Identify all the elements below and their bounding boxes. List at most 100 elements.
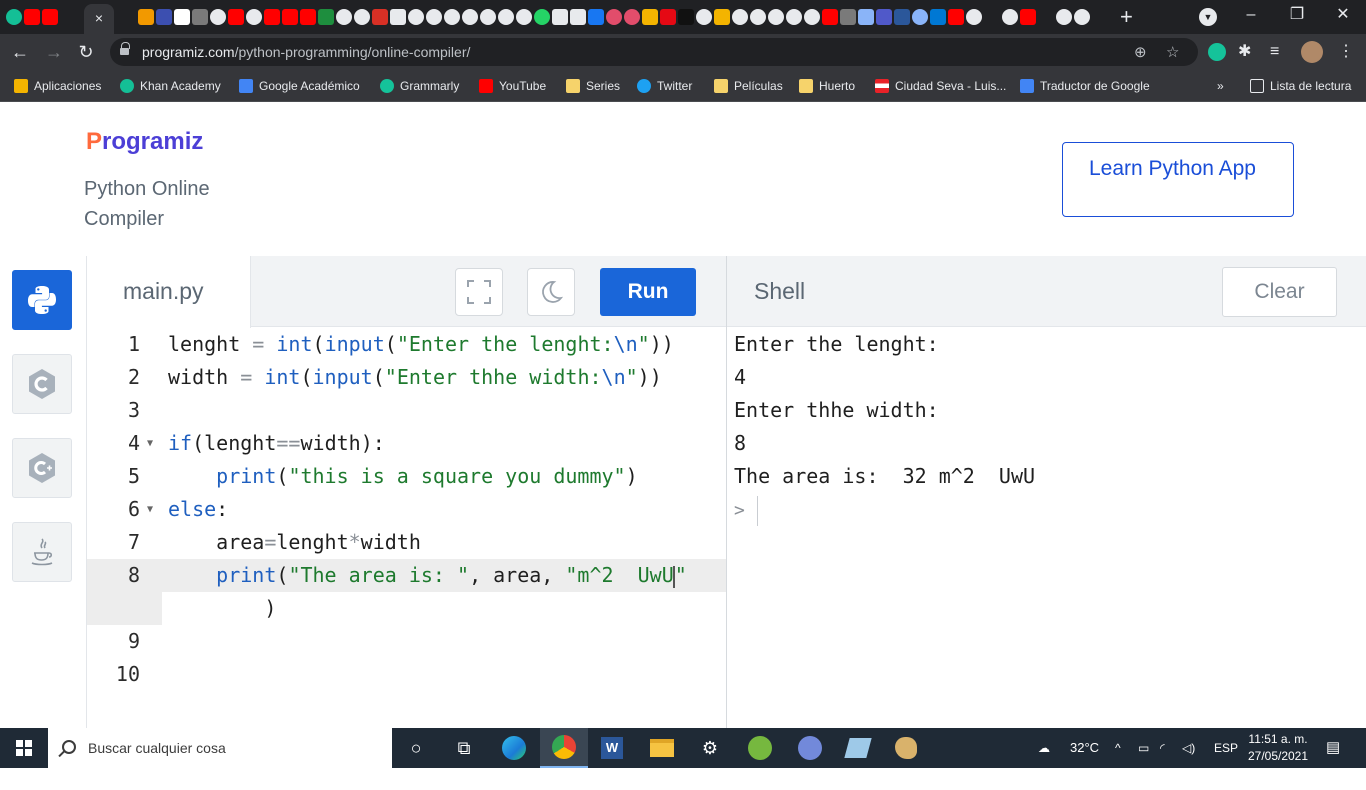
volume-icon[interactable]: ◁)	[1182, 728, 1195, 768]
shell-input-line[interactable]: >	[734, 493, 1035, 526]
tab-favicon[interactable]	[426, 9, 442, 25]
code-line[interactable]: 5 print("this is a square you dummy")	[87, 460, 727, 493]
url-text[interactable]: programiz.com/python-programming/online-…	[142, 44, 470, 60]
reading-mode-icon[interactable]: ≡	[1270, 43, 1288, 61]
new-tab-button[interactable]: +	[1120, 4, 1133, 30]
tab-favicon[interactable]	[642, 9, 658, 25]
fold-arrow-icon[interactable]: ▼	[147, 427, 153, 460]
taskbar-search-box[interactable]: Buscar cualquier cosa	[48, 728, 392, 768]
code-line-wrap[interactable]: )	[87, 592, 727, 625]
windows-start-icon[interactable]	[16, 740, 32, 756]
tab-favicon[interactable]	[1020, 9, 1036, 25]
code-line[interactable]: 6 ▼ else:	[87, 493, 727, 526]
wifi-icon[interactable]: ◜	[1160, 728, 1165, 768]
tab-favicon[interactable]	[60, 9, 76, 25]
language-c-button[interactable]	[12, 354, 72, 414]
bookmark-youtube[interactable]: YouTube	[479, 77, 546, 95]
tab-favicon[interactable]	[516, 9, 532, 25]
tab-favicon[interactable]	[336, 9, 352, 25]
tab-favicon[interactable]	[966, 9, 982, 25]
tab-favicon[interactable]	[678, 9, 694, 25]
tab-favicon[interactable]	[822, 9, 838, 25]
extensions-puzzle-icon[interactable]: ✱	[1238, 43, 1256, 61]
run-button[interactable]: Run	[600, 268, 696, 316]
tab-favicon[interactable]	[444, 9, 460, 25]
input-language[interactable]: ESP	[1214, 728, 1238, 768]
tab-favicon[interactable]	[570, 9, 586, 25]
task-view-icon[interactable]: ⧉	[440, 728, 488, 768]
bookmark-twitter[interactable]: Twitter	[637, 77, 692, 95]
tab-favicon[interactable]	[138, 9, 154, 25]
weather-icon[interactable]: ☁	[1038, 728, 1050, 768]
language-python-button[interactable]	[12, 270, 72, 330]
tab-favicon[interactable]	[732, 9, 748, 25]
tab-favicon[interactable]	[318, 9, 334, 25]
tab-favicon[interactable]	[840, 9, 856, 25]
tab-favicon[interactable]	[1002, 9, 1018, 25]
tab-favicon[interactable]	[24, 9, 40, 25]
bookmark-apps[interactable]: Aplicaciones	[14, 77, 101, 95]
settings-gear-icon[interactable]: ⚙	[686, 728, 734, 768]
tab-favicon[interactable]	[462, 9, 478, 25]
learn-python-app-button[interactable]: Learn Python App	[1062, 142, 1294, 217]
bookmark-grammarly[interactable]: Grammarly	[380, 77, 459, 95]
code-line[interactable]: 9	[87, 625, 727, 658]
file-explorer-icon[interactable]	[638, 728, 686, 768]
tab-favicon[interactable]	[714, 9, 730, 25]
tab-favicon[interactable]	[6, 9, 22, 25]
tab-favicon[interactable]	[246, 9, 262, 25]
taskbar-clock[interactable]: 11:51 a. m. 27/05/2021	[1246, 731, 1310, 765]
tab-favicon[interactable]	[786, 9, 802, 25]
address-bar[interactable]: programiz.com/python-programming/online-…	[110, 38, 1198, 66]
tab-favicon[interactable]	[408, 9, 424, 25]
tab-favicon[interactable]	[750, 9, 766, 25]
notifications-icon[interactable]: ▤	[1326, 728, 1340, 768]
tab-search-icon[interactable]: ▼	[1199, 8, 1217, 26]
tab-favicon[interactable]	[1074, 9, 1090, 25]
tab-favicon[interactable]	[174, 9, 190, 25]
programiz-logo[interactable]: Programiz	[86, 128, 203, 156]
bookmark-star-icon[interactable]: ☆	[1166, 43, 1179, 61]
tab-favicon[interactable]	[804, 9, 820, 25]
zoom-icon[interactable]: ⊕	[1134, 43, 1147, 61]
tab-favicon[interactable]	[912, 9, 928, 25]
tab-favicon[interactable]	[120, 9, 136, 25]
reload-icon[interactable]: ↻	[74, 40, 98, 64]
bookmark-series[interactable]: Series	[566, 77, 620, 95]
fullscreen-button[interactable]	[455, 268, 503, 316]
dark-mode-button[interactable]	[527, 268, 575, 316]
tab-favicon[interactable]	[282, 9, 298, 25]
tab-favicon[interactable]	[480, 9, 496, 25]
minimize-button[interactable]: –	[1228, 0, 1274, 34]
chrome-icon[interactable]	[540, 728, 588, 768]
code-line[interactable]: 4 ▼ if(lenght==width):	[87, 427, 727, 460]
tab-favicon[interactable]	[354, 9, 370, 25]
tab-favicon[interactable]	[894, 9, 910, 25]
code-line[interactable]: 2 width = int(input("Enter thhe width:\n…	[87, 361, 727, 394]
language-java-button[interactable]	[12, 522, 72, 582]
tab-favicon[interactable]	[192, 9, 208, 25]
tab-favicon[interactable]	[210, 9, 226, 25]
code-line[interactable]: 1 lenght = int(input("Enter the lenght:\…	[87, 328, 727, 361]
tab-favicon[interactable]	[606, 9, 622, 25]
chrome-menu-icon[interactable]: ⋮	[1338, 43, 1356, 61]
tab-favicon[interactable]	[876, 9, 892, 25]
temperature[interactable]: 32°C	[1070, 728, 1099, 768]
bookmark-google-academico[interactable]: Google Académico	[239, 77, 360, 95]
profile-avatar[interactable]	[1301, 41, 1323, 63]
back-arrow-icon[interactable]: ←	[8, 40, 32, 64]
active-tab-close-button[interactable]: ×	[84, 4, 114, 34]
code-line[interactable]: 7 area=lenght*width	[87, 526, 727, 559]
cortana-icon[interactable]: ○	[392, 728, 440, 768]
utorrent-icon[interactable]	[736, 728, 784, 768]
edge-icon[interactable]	[490, 728, 538, 768]
tab-favicon[interactable]	[768, 9, 784, 25]
tab-favicon[interactable]	[1038, 9, 1054, 25]
tray-chevron-icon[interactable]: ^	[1115, 728, 1121, 768]
bookmark-huerto[interactable]: Huerto	[799, 77, 855, 95]
code-line[interactable]: 10	[87, 658, 727, 691]
close-window-button[interactable]: ✕	[1320, 0, 1366, 34]
code-line[interactable]: 3	[87, 394, 727, 427]
tab-favicon[interactable]	[228, 9, 244, 25]
forward-arrow-icon[interactable]: →	[42, 40, 66, 64]
